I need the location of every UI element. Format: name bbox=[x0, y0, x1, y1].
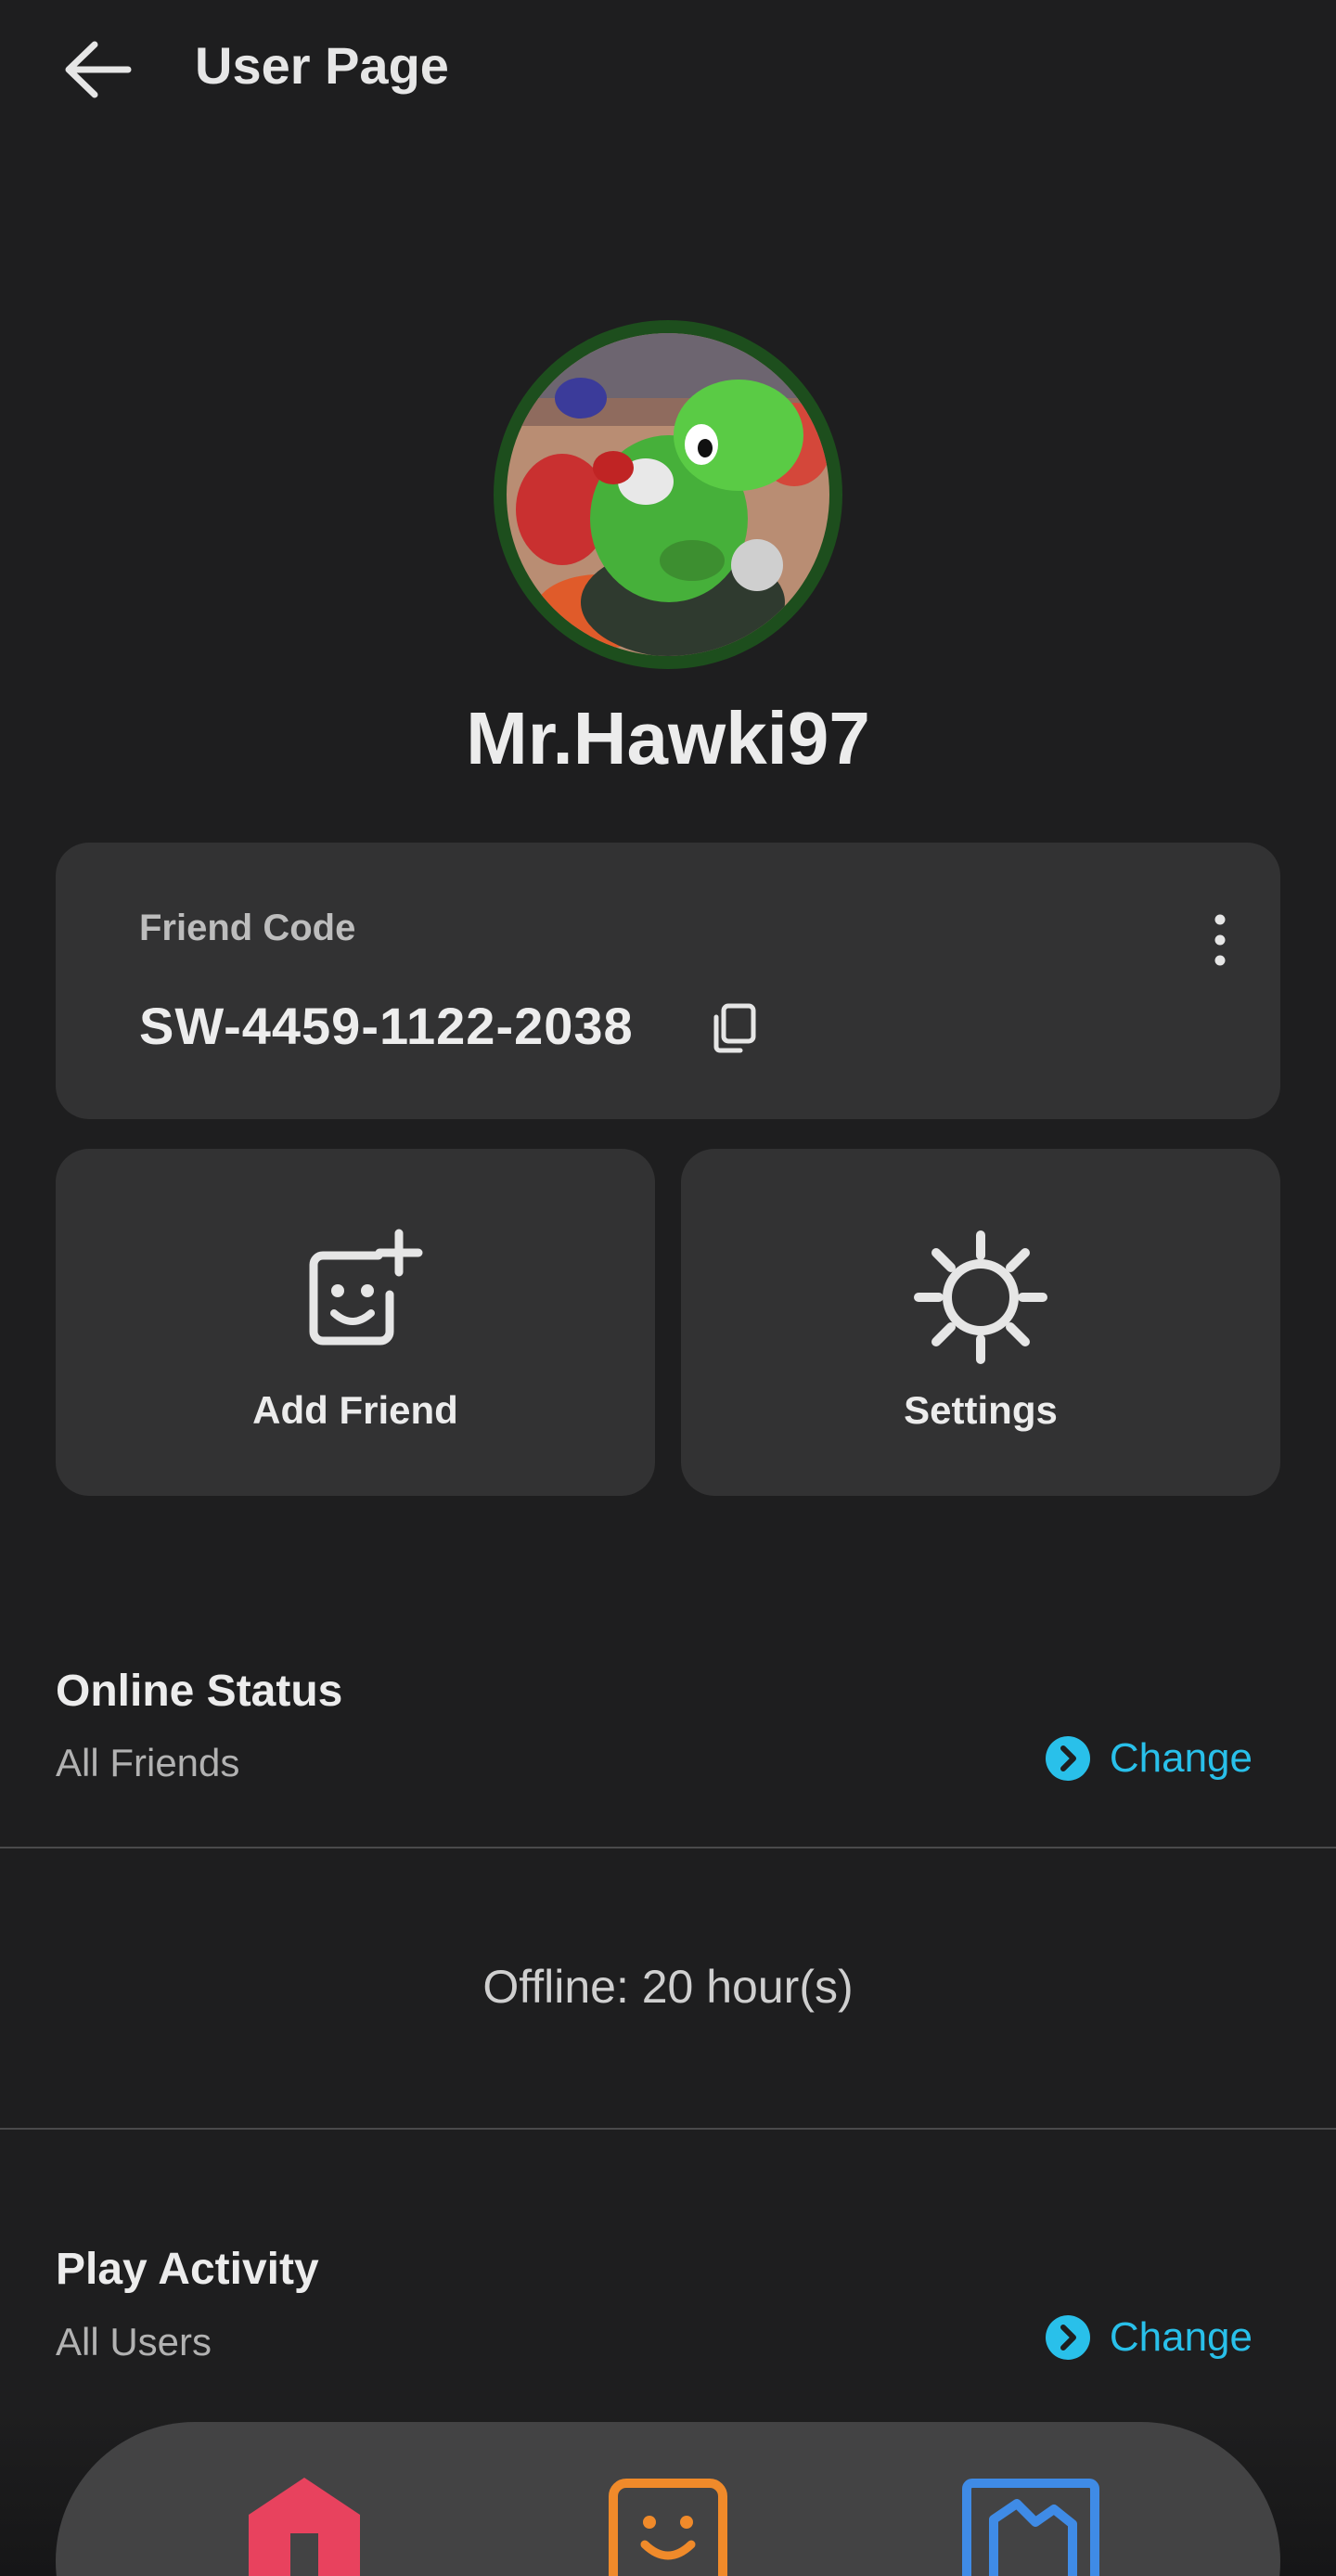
avatar-image bbox=[507, 333, 829, 656]
news-icon bbox=[962, 2479, 1099, 2576]
add-friend-icon bbox=[309, 1229, 423, 1346]
online-status-change-button[interactable]: Change bbox=[1045, 1735, 1252, 1782]
change-label: Change bbox=[1109, 2314, 1252, 2360]
offline-duration: Offline: 20 hour(s) bbox=[482, 1961, 854, 2013]
divider bbox=[0, 1847, 1336, 1848]
add-friend-label: Add Friend bbox=[252, 1388, 458, 1432]
page-title: User Page bbox=[195, 36, 449, 95]
change-label: Change bbox=[1109, 1735, 1252, 1781]
more-options-button[interactable] bbox=[1178, 898, 1262, 982]
play-activity-title: Play Activity bbox=[56, 2245, 319, 2294]
online-status-value: All Friends bbox=[56, 1741, 240, 1784]
online-status-title: Online Status bbox=[56, 1667, 343, 1716]
app-header: User Page bbox=[0, 0, 1336, 139]
gear-icon bbox=[914, 1230, 1047, 1364]
user-page: User Page Mr.Hawki97 Friend Code SW-4459… bbox=[0, 0, 1336, 2576]
settings-label: Settings bbox=[904, 1388, 1058, 1432]
play-activity-change-button[interactable]: Change bbox=[1045, 2314, 1252, 2361]
chevron-right-circle-icon bbox=[1045, 1736, 1090, 1781]
copy-icon bbox=[713, 1003, 756, 1053]
more-vertical-icon bbox=[1214, 914, 1226, 966]
back-button[interactable] bbox=[52, 28, 145, 111]
username: Mr.Hawki97 bbox=[466, 697, 870, 779]
friend-code-label: Friend Code bbox=[139, 908, 356, 948]
play-activity-value: All Users bbox=[56, 2320, 212, 2363]
divider bbox=[0, 2128, 1336, 2130]
chevron-right-circle-icon bbox=[1045, 2315, 1090, 2360]
avatar[interactable] bbox=[494, 320, 842, 669]
nav-news[interactable] bbox=[961, 2478, 1100, 2576]
settings-button[interactable]: Settings bbox=[681, 1149, 1280, 1496]
friend-code-value: SW-4459-1122-2038 bbox=[139, 997, 634, 1055]
copy-button[interactable] bbox=[696, 991, 770, 1065]
arrow-left-icon bbox=[65, 41, 132, 98]
home-icon bbox=[249, 2478, 360, 2576]
add-friend-button[interactable]: Add Friend bbox=[56, 1149, 655, 1496]
nav-friends[interactable] bbox=[598, 2478, 738, 2576]
nav-home[interactable] bbox=[235, 2478, 374, 2576]
friend-code-card: Friend Code SW-4459-1122-2038 bbox=[56, 843, 1280, 1119]
friends-icon bbox=[609, 2479, 727, 2576]
bottom-nav bbox=[56, 2422, 1280, 2576]
